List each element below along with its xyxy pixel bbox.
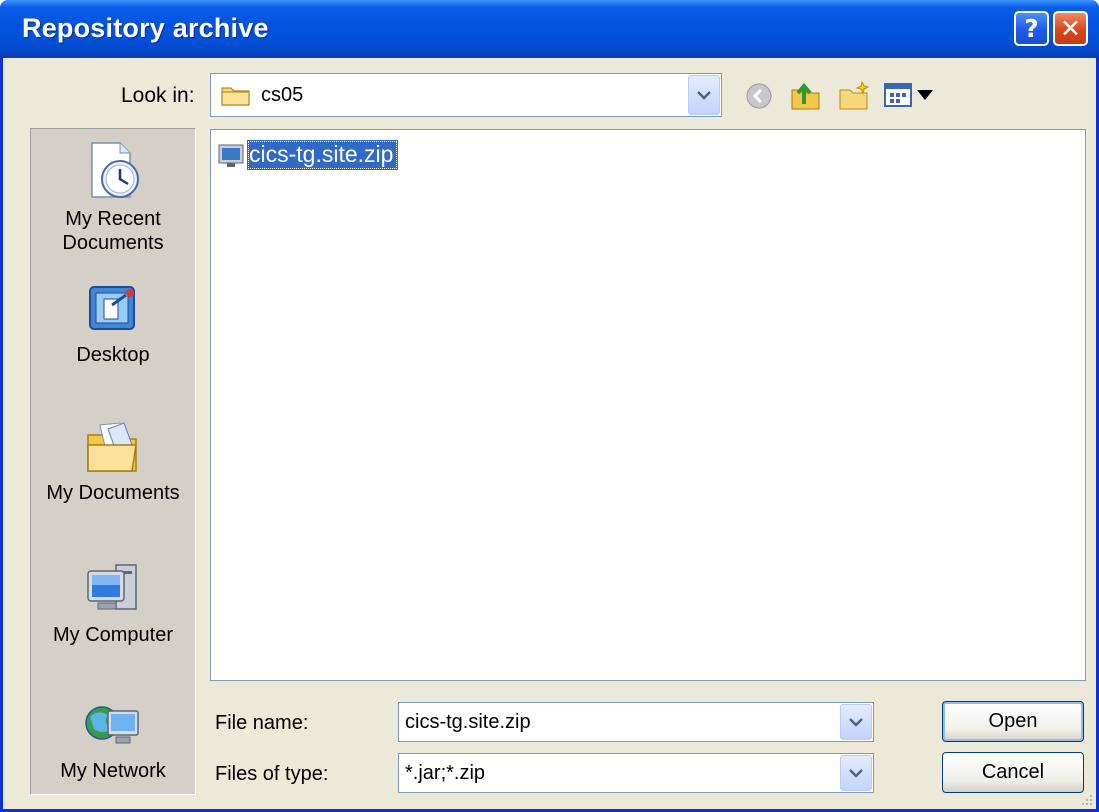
- place-label: My Computer: [52, 624, 174, 646]
- file-list[interactable]: cics-tg.site.zip: [210, 129, 1086, 681]
- folder-icon: [221, 84, 251, 111]
- open-button[interactable]: Open: [942, 701, 1084, 742]
- place-my-documents[interactable]: My Documents: [31, 419, 195, 505]
- dialog-window: Repository archive ? ✕ Look in: cs05 My …: [0, 0, 1099, 812]
- file-type-value: *.jar;*.zip: [405, 762, 486, 784]
- file-type-label: Files of type:: [215, 763, 329, 785]
- place-label: My Recent Documents: [62, 208, 164, 254]
- chevron-down-icon: [697, 91, 711, 100]
- close-button[interactable]: ✕: [1053, 11, 1088, 46]
- new-folder-icon[interactable]: [837, 78, 871, 117]
- look-in-dropdown[interactable]: cs05: [210, 73, 722, 117]
- chevron-down-icon: [849, 718, 863, 727]
- my-documents-icon: [87, 422, 137, 472]
- file-type-dropdown[interactable]: *.jar;*.zip: [398, 753, 874, 793]
- title-bar[interactable]: Repository archive ? ✕: [0, 0, 1099, 58]
- views-menu-icon[interactable]: [883, 80, 937, 115]
- place-label: Desktop: [76, 344, 150, 366]
- close-icon: ✕: [1060, 14, 1081, 43]
- my-network-icon: [85, 706, 139, 744]
- up-folder-icon[interactable]: [789, 78, 823, 117]
- places-bar: My Recent Documents Desktop My Documents: [30, 128, 196, 795]
- place-recent-documents[interactable]: My Recent Documents: [31, 139, 195, 255]
- chevron-down-icon: [849, 769, 863, 778]
- place-desktop[interactable]: Desktop: [31, 281, 195, 367]
- place-label: My Network: [60, 760, 166, 782]
- recent-documents-icon: [91, 142, 139, 198]
- cancel-button[interactable]: Cancel: [942, 752, 1084, 793]
- my-computer-icon: [87, 564, 137, 610]
- help-icon: ?: [1024, 14, 1039, 43]
- look-in-value: cs05: [261, 84, 304, 106]
- file-name-dropdown-button[interactable]: [840, 704, 872, 740]
- file-type-dropdown-button[interactable]: [840, 755, 872, 791]
- help-button[interactable]: ?: [1014, 11, 1049, 46]
- file-name-input[interactable]: cics-tg.site.zip: [398, 702, 874, 742]
- file-item[interactable]: cics-tg.site.zip: [217, 138, 399, 172]
- window-title: Repository archive: [22, 13, 269, 43]
- file-name-label: cics-tg.site.zip: [247, 140, 399, 170]
- look-in-dropdown-button[interactable]: [688, 75, 720, 115]
- file-name-label: File name:: [215, 712, 309, 734]
- desktop-icon: [89, 286, 135, 330]
- place-label: My Documents: [46, 482, 180, 504]
- look-in-label: Look in:: [121, 84, 195, 107]
- back-icon[interactable]: [745, 82, 773, 115]
- resize-grip-icon[interactable]: [1078, 791, 1094, 807]
- place-my-network[interactable]: My Network: [31, 697, 195, 783]
- place-my-computer[interactable]: My Computer: [31, 559, 195, 647]
- file-name-value[interactable]: cics-tg.site.zip: [405, 711, 531, 734]
- archive-file-icon: [218, 144, 244, 167]
